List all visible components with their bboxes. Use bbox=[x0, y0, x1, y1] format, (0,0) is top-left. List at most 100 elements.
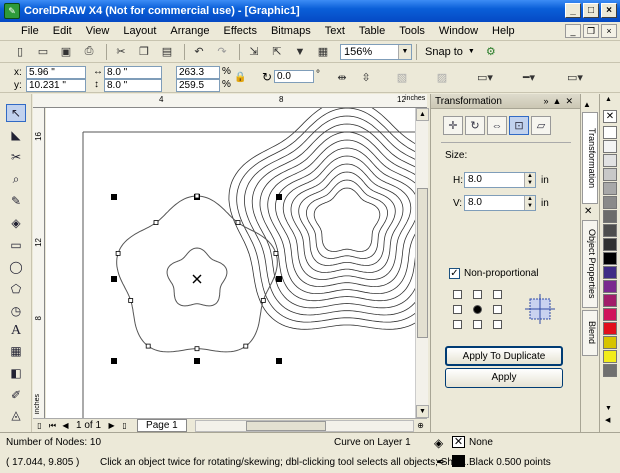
save-icon[interactable]: ▣ bbox=[56, 43, 76, 61]
v-size-spinbox[interactable]: 8.0 ▲ ▼ bbox=[464, 195, 536, 211]
scale-x-field[interactable]: 263.3 bbox=[176, 66, 220, 79]
palette-scroll-up-icon[interactable]: ▲ bbox=[605, 96, 612, 103]
text-tool-icon[interactable]: A bbox=[6, 322, 26, 340]
scroll-down-arrow[interactable]: ▼ bbox=[416, 405, 429, 418]
menu-effects[interactable]: Effects bbox=[217, 25, 264, 37]
copy-icon[interactable]: ❐ bbox=[134, 43, 154, 61]
prev-page-icon[interactable]: ◀ bbox=[59, 420, 72, 432]
scale-y-field[interactable]: 259.5 bbox=[176, 79, 220, 92]
combine-icon[interactable]: ▧ bbox=[392, 68, 412, 86]
smart-fill-tool-icon[interactable]: ◈ bbox=[6, 214, 26, 232]
rectangle-tool-icon[interactable]: ▭ bbox=[6, 236, 26, 254]
size-mode-icon[interactable]: ⊡ bbox=[509, 116, 529, 135]
options-icon[interactable]: ⚙ bbox=[481, 43, 501, 61]
palette-expand-icon[interactable]: ◀ bbox=[605, 416, 610, 424]
position-mode-icon[interactable]: ✛ bbox=[443, 116, 463, 135]
rotate-mode-icon[interactable]: ↻ bbox=[465, 116, 485, 135]
tab-object-properties[interactable]: Object Properties bbox=[582, 220, 598, 308]
anchor-checkbox[interactable] bbox=[493, 290, 502, 299]
color-swatch[interactable] bbox=[603, 210, 617, 223]
print-icon[interactable]: ⎙ bbox=[79, 43, 99, 61]
anchor-checkbox[interactable] bbox=[493, 320, 502, 329]
color-swatch[interactable] bbox=[603, 168, 617, 181]
color-swatch[interactable] bbox=[603, 294, 617, 307]
color-swatch[interactable] bbox=[603, 364, 617, 377]
docker-controls[interactable]: »▲✕ bbox=[544, 94, 577, 109]
scale-mirror-mode-icon[interactable]: ⇔ bbox=[487, 116, 507, 135]
palette-scroll-down-icon[interactable]: ▼ bbox=[605, 405, 612, 412]
scroll-up-arrow[interactable]: ▲ bbox=[416, 108, 429, 121]
next-page-icon[interactable]: ▶ bbox=[105, 420, 118, 432]
color-swatch[interactable] bbox=[603, 252, 617, 265]
tab-transformation[interactable]: Transformation bbox=[582, 112, 598, 204]
menu-layout[interactable]: Layout bbox=[116, 25, 163, 37]
shape-tool-icon[interactable]: ◣ bbox=[6, 126, 26, 144]
menu-tools[interactable]: Tools bbox=[392, 25, 432, 37]
anchor-checkbox-selected[interactable] bbox=[473, 305, 482, 314]
page-tab[interactable]: Page 1 bbox=[137, 419, 187, 432]
scroll-thumb[interactable] bbox=[245, 420, 326, 431]
anchor-checkbox[interactable] bbox=[473, 290, 482, 299]
eyedropper-tool-icon[interactable]: ✐ bbox=[6, 386, 26, 404]
apply-button[interactable]: Apply bbox=[445, 368, 563, 388]
y-position-field[interactable]: 10.231 " bbox=[26, 79, 86, 92]
object-width-field[interactable]: 8.0 " bbox=[104, 66, 162, 79]
tab-blend[interactable]: Blend bbox=[582, 310, 598, 356]
close-icon[interactable]: ✕ bbox=[584, 206, 592, 217]
horizontal-ruler[interactable]: 4 8 12 inches bbox=[33, 94, 427, 108]
menu-file[interactable]: File bbox=[14, 25, 46, 37]
wrap-text-dropdown[interactable]: ▭▾ bbox=[470, 68, 500, 86]
menu-arrange[interactable]: Arrange bbox=[163, 25, 216, 37]
menu-window[interactable]: Window bbox=[432, 25, 485, 37]
color-swatch[interactable] bbox=[603, 322, 617, 335]
redo-icon[interactable]: ↷ bbox=[212, 43, 232, 61]
spin-arrows-icon[interactable]: ▲ ▼ bbox=[524, 173, 535, 187]
skew-mode-icon[interactable]: ▱ bbox=[531, 116, 551, 135]
color-swatch[interactable] bbox=[603, 350, 617, 363]
export-icon[interactable]: ⇱ bbox=[267, 43, 287, 61]
maximize-button[interactable]: □ bbox=[583, 3, 599, 18]
menu-help[interactable]: Help bbox=[485, 25, 522, 37]
break-apart-icon[interactable]: ▨ bbox=[432, 68, 452, 86]
tab-scroll-up-icon[interactable]: ▲ bbox=[583, 100, 597, 110]
vertical-ruler[interactable]: 16 12 8 inches bbox=[33, 108, 45, 418]
add-page-after-icon[interactable]: ▯ bbox=[118, 420, 131, 432]
spin-arrows-icon[interactable]: ▲ ▼ bbox=[524, 196, 535, 210]
zoom-navigator-icon[interactable]: ⊕ bbox=[414, 420, 427, 432]
close-button[interactable]: × bbox=[601, 3, 617, 18]
menu-bitmaps[interactable]: Bitmaps bbox=[264, 25, 318, 37]
ellipse-tool-icon[interactable]: ◯ bbox=[6, 258, 26, 276]
object-height-field[interactable]: 8.0 " bbox=[104, 79, 162, 92]
freehand-tool-icon[interactable]: ✎ bbox=[6, 192, 26, 210]
snap-to-button[interactable]: Snap to bbox=[425, 46, 463, 58]
color-swatch[interactable] bbox=[603, 308, 617, 321]
color-swatch[interactable] bbox=[603, 266, 617, 279]
color-swatch[interactable] bbox=[603, 336, 617, 349]
horizontal-scrollbar[interactable] bbox=[194, 419, 414, 432]
x-position-field[interactable]: 5.96 " bbox=[26, 66, 86, 79]
mirror-horizontal-icon[interactable]: ⇹ bbox=[332, 68, 352, 86]
rotation-angle-field[interactable]: 0.0 bbox=[274, 70, 314, 83]
lock-ratio-icon[interactable]: 🔒 bbox=[234, 72, 246, 83]
color-swatch[interactable] bbox=[603, 154, 617, 167]
anchor-checkbox[interactable] bbox=[473, 320, 482, 329]
import-icon[interactable]: ⇲ bbox=[244, 43, 264, 61]
first-page-icon[interactable]: ⏮ bbox=[46, 420, 59, 432]
add-page-icon[interactable]: ▯ bbox=[33, 420, 46, 432]
color-swatch[interactable] bbox=[603, 238, 617, 251]
menu-text[interactable]: Text bbox=[318, 25, 352, 37]
coreldraw-app-icon[interactable]: ✎ bbox=[4, 3, 20, 19]
application-launcher-icon[interactable]: ▼ bbox=[290, 43, 310, 61]
doc-restore-button[interactable]: ❐ bbox=[583, 24, 599, 38]
menu-edit[interactable]: Edit bbox=[46, 25, 79, 37]
drawing-canvas[interactable] bbox=[46, 108, 415, 418]
basic-shapes-tool-icon[interactable]: ◷ bbox=[6, 302, 26, 320]
menu-table[interactable]: Table bbox=[352, 25, 392, 37]
blend-tool-icon[interactable]: ◧ bbox=[6, 364, 26, 382]
apply-to-duplicate-button[interactable]: Apply To Duplicate bbox=[445, 346, 563, 366]
color-swatch[interactable] bbox=[603, 182, 617, 195]
minimize-button[interactable]: _ bbox=[565, 3, 581, 18]
menu-view[interactable]: View bbox=[79, 25, 117, 37]
h-size-spinbox[interactable]: 8.0 ▲ ▼ bbox=[464, 172, 536, 188]
zoom-tool-icon[interactable]: ⌕ bbox=[6, 170, 26, 188]
